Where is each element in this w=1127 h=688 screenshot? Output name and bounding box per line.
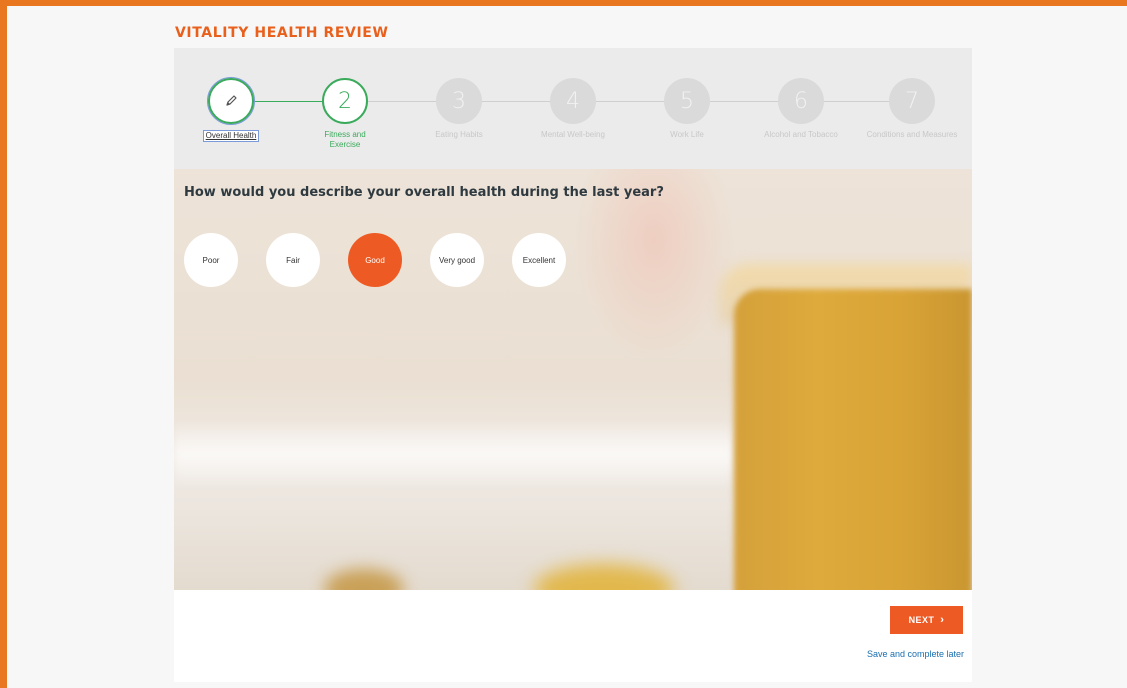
step-overall-health[interactable]: Overall Health bbox=[183, 77, 279, 143]
step-conditions-and-measures[interactable]: 7 Conditions and Measures bbox=[859, 78, 965, 140]
option-poor[interactable]: Poor bbox=[184, 233, 238, 287]
step-circle-4[interactable]: 4 bbox=[550, 78, 596, 124]
background-image-juice-glass bbox=[734, 289, 972, 590]
question-panel: How would you describe your overall heal… bbox=[174, 169, 972, 590]
background-image-highlight bbox=[174, 419, 734, 489]
step-fitness-and-exercise[interactable]: 2 Fitness and Exercise bbox=[297, 78, 393, 150]
option-excellent[interactable]: Excellent bbox=[512, 233, 566, 287]
step-circle-5[interactable]: 5 bbox=[664, 78, 710, 124]
step-mental-well-being[interactable]: 4 Mental Well-being bbox=[525, 78, 621, 140]
step-circle-2[interactable]: 2 bbox=[322, 78, 368, 124]
step-circle-7[interactable]: 7 bbox=[889, 78, 935, 124]
progress-stepper: Overall Health 2 Fitness and Exercise 3 … bbox=[174, 48, 972, 169]
step-label-5: Work Life bbox=[670, 130, 704, 139]
step-label-6: Alcohol and Tobacco bbox=[764, 130, 838, 139]
step-circle-1[interactable] bbox=[207, 77, 255, 125]
pencil-icon bbox=[226, 95, 237, 106]
background-image-fruit bbox=[324, 569, 404, 590]
page-title: VITALITY HEALTH REVIEW bbox=[175, 25, 389, 41]
background-image-fruit bbox=[534, 564, 674, 590]
option-good[interactable]: Good bbox=[348, 233, 402, 287]
chevron-right-icon: › bbox=[940, 614, 945, 626]
question-text: How would you describe your overall heal… bbox=[184, 185, 664, 200]
step-label-3: Eating Habits bbox=[435, 130, 483, 139]
option-very-good[interactable]: Very good bbox=[430, 233, 484, 287]
save-and-complete-later-link[interactable]: Save and complete later bbox=[867, 649, 964, 659]
step-label-2: Fitness and Exercise bbox=[324, 130, 366, 149]
step-label-7: Conditions and Measures bbox=[866, 130, 958, 139]
step-work-life[interactable]: 5 Work Life bbox=[639, 78, 735, 140]
step-label-1[interactable]: Overall Health bbox=[202, 130, 260, 142]
review-card: Overall Health 2 Fitness and Exercise 3 … bbox=[174, 48, 972, 682]
step-circle-6[interactable]: 6 bbox=[778, 78, 824, 124]
option-fair[interactable]: Fair bbox=[266, 233, 320, 287]
step-eating-habits[interactable]: 3 Eating Habits bbox=[411, 78, 507, 140]
step-alcohol-and-tobacco[interactable]: 6 Alcohol and Tobacco bbox=[753, 78, 849, 140]
step-label-4: Mental Well-being bbox=[541, 130, 605, 139]
next-button-label: NEXT bbox=[908, 615, 935, 625]
step-circle-3[interactable]: 3 bbox=[436, 78, 482, 124]
next-button[interactable]: NEXT › bbox=[890, 606, 963, 634]
